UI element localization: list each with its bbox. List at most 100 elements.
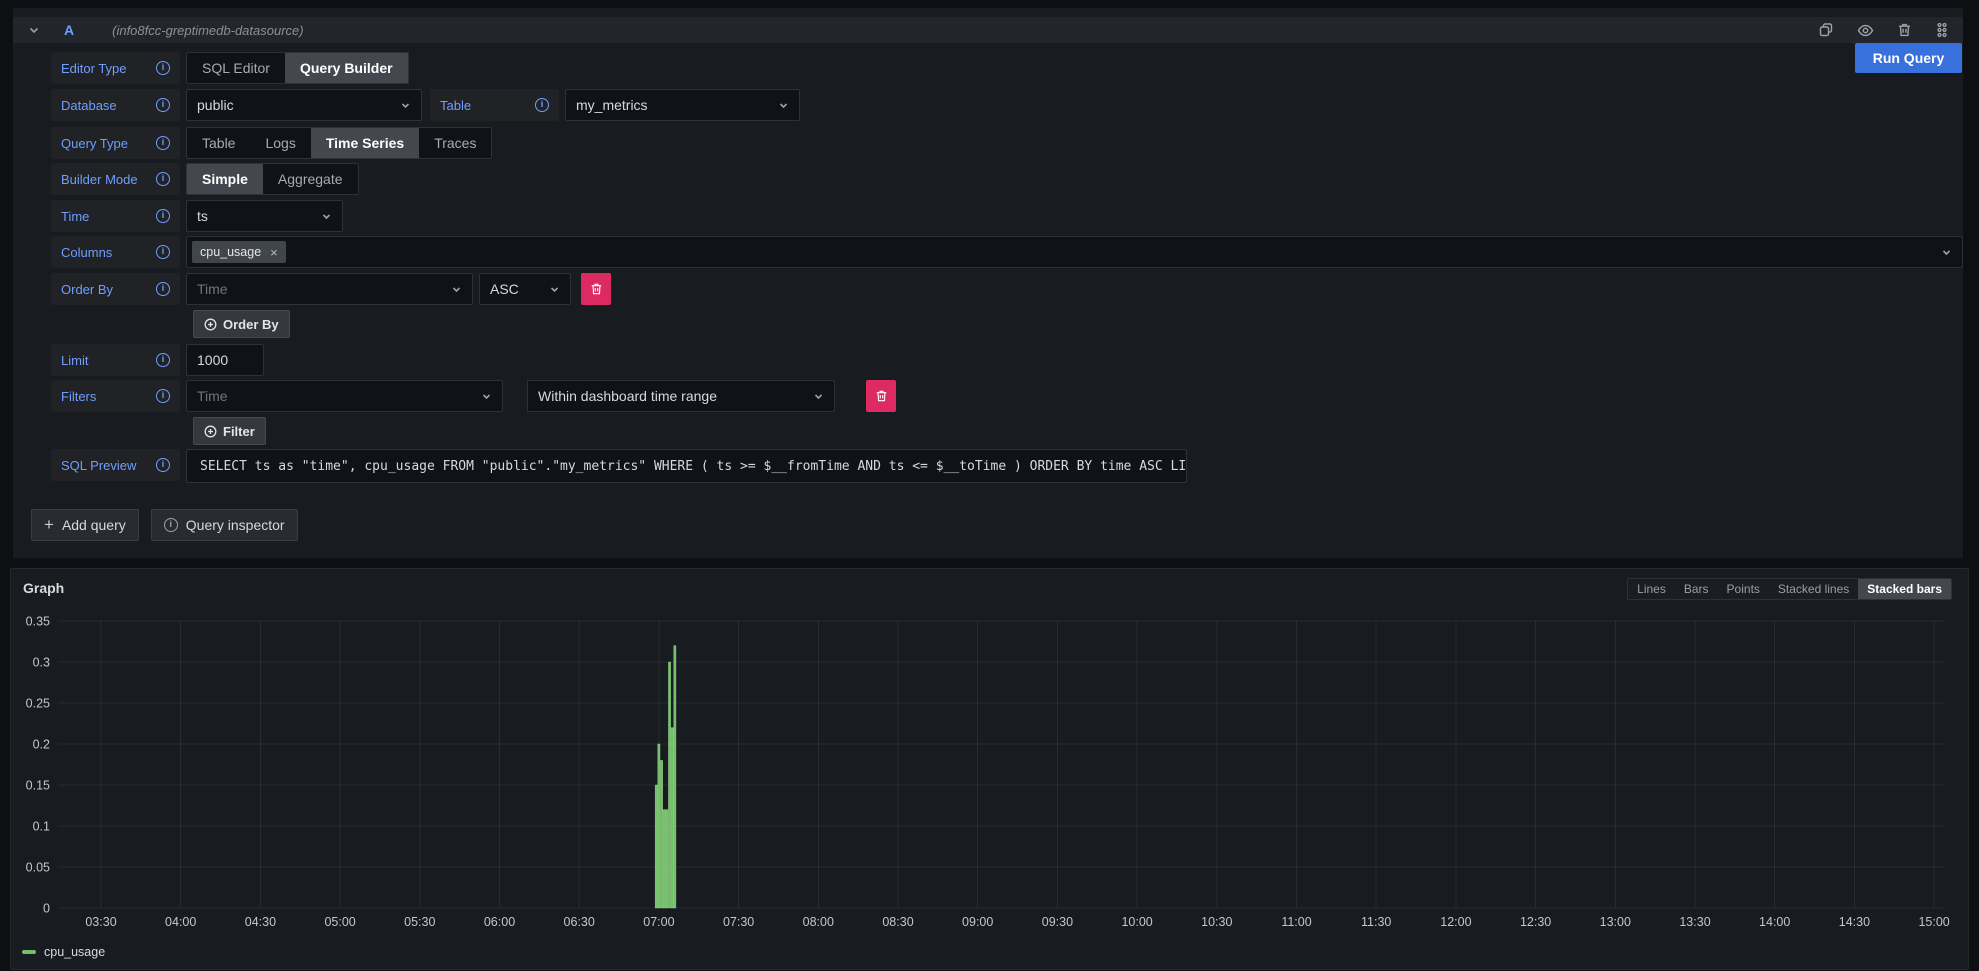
add-order-by-button[interactable]: Order By (193, 310, 290, 338)
x-axis-tick-label: 12:00 (1440, 915, 1471, 929)
chevron-down-icon (451, 284, 462, 295)
info-icon[interactable]: i (156, 389, 170, 403)
x-axis-tick-label: 11:30 (1361, 915, 1391, 929)
bar-cpu_usage[interactable] (663, 810, 665, 908)
column-chip-cpu-usage[interactable]: cpu_usage× (192, 241, 286, 263)
query-type-traces[interactable]: Traces (419, 128, 491, 158)
info-icon[interactable]: i (156, 172, 170, 186)
builder-mode-simple[interactable]: Simple (187, 164, 263, 194)
columns-multiselect[interactable]: cpu_usage× (186, 236, 1963, 268)
info-icon[interactable]: i (156, 353, 170, 367)
info-icon[interactable]: i (156, 136, 170, 150)
legend-item-cpu-usage[interactable]: cpu_usage (22, 945, 105, 959)
query-header[interactable]: A (info8fcc-greptimedb-datasource) (13, 17, 1963, 43)
x-axis-tick-label: 07:00 (643, 915, 674, 929)
info-icon[interactable]: i (156, 245, 170, 259)
series-color-dash-icon (22, 950, 36, 954)
bar-cpu_usage[interactable] (671, 728, 673, 908)
add-filter-button[interactable]: Filter (193, 417, 266, 445)
query-type-toggle: Table Logs Time Series Traces (186, 127, 492, 159)
x-axis-tick-label: 07:30 (723, 915, 754, 929)
trash-icon[interactable] (1897, 22, 1912, 38)
sql-preview-label: SQL Previewi (51, 449, 180, 481)
builder-mode-aggregate[interactable]: Aggregate (263, 164, 358, 194)
x-axis-tick-label: 09:30 (1042, 915, 1073, 929)
y-axis-tick-label: 0.25 (26, 697, 50, 711)
remove-chip-icon[interactable]: × (270, 245, 278, 260)
bar-cpu_usage[interactable] (666, 810, 668, 908)
mode-bars[interactable]: Bars (1675, 579, 1718, 599)
bar-cpu_usage[interactable] (658, 744, 660, 908)
chevron-down-icon (481, 391, 492, 402)
y-axis-tick-label: 0.3 (33, 656, 50, 670)
info-icon[interactable]: i (156, 458, 170, 472)
chevron-down-icon (778, 100, 789, 111)
time-series-chart[interactable]: 00.050.10.150.20.250.30.3503:3004:0004:3… (11, 569, 1968, 969)
graph-mode-toggle: Lines Bars Points Stacked lines Stacked … (1627, 578, 1952, 600)
info-icon[interactable]: i (156, 98, 170, 112)
order-by-label: Order Byi (51, 273, 180, 305)
remove-order-by-button[interactable] (581, 273, 611, 305)
plus-icon: + (44, 515, 54, 535)
info-icon[interactable]: i (156, 61, 170, 75)
x-axis-tick-label: 15:00 (1918, 915, 1949, 929)
query-inspector-button[interactable]: i Query inspector (151, 509, 298, 541)
grafana-edit-view: A (info8fcc-greptimedb-datasource) Run Q… (0, 0, 1979, 971)
x-axis-tick-label: 04:00 (165, 915, 196, 929)
builder-mode-label: Builder Modei (51, 163, 180, 195)
x-axis-tick-label: 03:30 (85, 915, 116, 929)
query-type-table[interactable]: Table (187, 128, 250, 158)
bar-cpu_usage[interactable] (655, 785, 657, 908)
chevron-down-icon (549, 284, 560, 295)
chevron-down-icon (400, 100, 411, 111)
query-type-time-series[interactable]: Time Series (311, 128, 419, 158)
time-column-select[interactable]: ts (186, 200, 343, 232)
x-axis-tick-label: 14:00 (1759, 915, 1790, 929)
limit-input[interactable] (186, 344, 264, 376)
run-query-button[interactable]: Run Query (1855, 43, 1962, 73)
trash-icon (590, 282, 603, 296)
remove-filter-button[interactable] (866, 380, 896, 412)
query-ref-id: A (64, 22, 74, 38)
mode-lines[interactable]: Lines (1628, 579, 1675, 599)
query-type-label: Query Typei (51, 127, 180, 159)
bar-cpu_usage[interactable] (674, 646, 676, 908)
filter-field-select[interactable]: Time (186, 380, 503, 412)
x-axis-tick-label: 13:00 (1600, 915, 1631, 929)
info-icon[interactable]: i (156, 282, 170, 296)
plus-circle-icon (204, 318, 217, 331)
x-axis-tick-label: 11:00 (1281, 915, 1311, 929)
mode-stacked-bars[interactable]: Stacked bars (1858, 579, 1951, 599)
y-axis-tick-label: 0.2 (33, 738, 50, 752)
add-query-button[interactable]: + Add query (31, 509, 139, 541)
drag-handle-icon[interactable] (1935, 22, 1949, 38)
duplicate-icon[interactable] (1818, 22, 1834, 38)
x-axis-tick-label: 04:30 (245, 915, 276, 929)
x-axis-tick-label: 08:30 (882, 915, 913, 929)
eye-icon[interactable] (1857, 22, 1874, 39)
filter-condition-select[interactable]: Within dashboard time range (527, 380, 835, 412)
mode-stacked-lines[interactable]: Stacked lines (1769, 579, 1858, 599)
editor-type-sql-editor[interactable]: SQL Editor (187, 53, 285, 83)
info-icon[interactable]: i (156, 209, 170, 223)
columns-label: Columnsi (51, 236, 180, 268)
collapse-chevron-icon[interactable] (27, 23, 41, 37)
order-by-direction-select[interactable]: ASC (479, 273, 571, 305)
query-type-logs[interactable]: Logs (250, 128, 310, 158)
editor-type-query-builder[interactable]: Query Builder (285, 53, 408, 83)
mode-points[interactable]: Points (1718, 579, 1769, 599)
table-label: Tablei (430, 89, 559, 121)
database-select[interactable]: public (186, 89, 422, 121)
bar-cpu_usage[interactable] (668, 662, 670, 908)
bar-cpu_usage[interactable] (660, 760, 662, 908)
info-icon[interactable]: i (535, 98, 549, 112)
x-axis-tick-label: 06:00 (484, 915, 515, 929)
y-axis-tick-label: 0.05 (26, 861, 50, 875)
y-axis-tick-label: 0 (43, 902, 50, 916)
editor-type-toggle: SQL Editor Query Builder (186, 52, 409, 84)
table-select[interactable]: my_metrics (565, 89, 800, 121)
datasource-name: (info8fcc-greptimedb-datasource) (112, 23, 303, 38)
time-label: Timei (51, 200, 180, 232)
order-by-field-select[interactable]: Time (186, 273, 473, 305)
chevron-down-icon (813, 391, 824, 402)
